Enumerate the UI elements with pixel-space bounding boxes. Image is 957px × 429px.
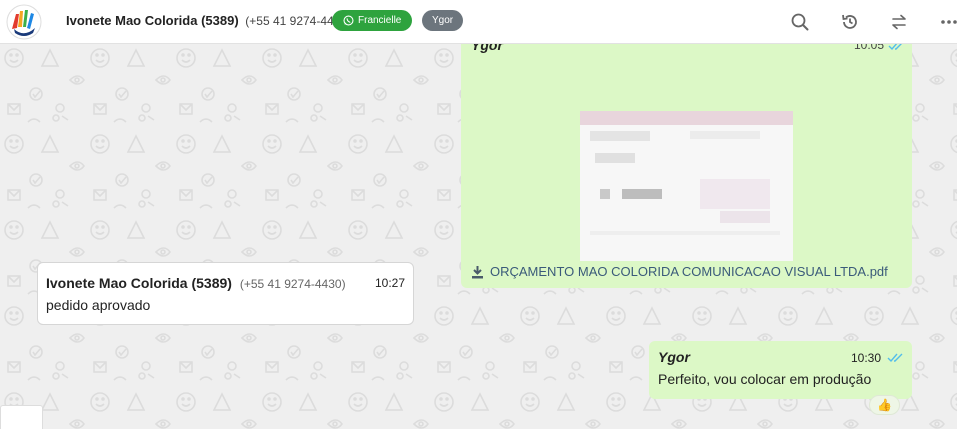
message-sender: Ygor — [658, 349, 690, 365]
more-icon[interactable] — [938, 11, 957, 33]
message-outgoing[interactable]: Ygor 10:30 Perfeito, vou colocar em prod… — [649, 341, 912, 399]
contact-avatar[interactable] — [6, 4, 42, 40]
double-check-icon — [887, 350, 905, 368]
transfer-icon[interactable] — [888, 11, 910, 33]
chat-area[interactable]: Ygor 10:05 ORÇAMENTO MAO COLORIDA COMUNI… — [0, 44, 957, 429]
side-panel-edge — [0, 405, 43, 429]
message-sender: Ygor — [471, 44, 503, 53]
tag-ygor[interactable]: Ygor — [422, 10, 464, 31]
history-icon[interactable] — [839, 11, 861, 33]
contact-title[interactable]: Ivonete Mao Colorida (5389) (+55 41 9274… — [66, 13, 351, 28]
pdf-download-link[interactable]: ORÇAMENTO MAO COLORIDA COMUNICACAO VISUA… — [471, 264, 888, 279]
message-sender: Ivonete Mao Colorida (5389) (+55 41 9274… — [46, 275, 346, 291]
message-time: 10:27 — [374, 276, 405, 290]
message-text: Perfeito, vou colocar em produção — [658, 371, 872, 387]
sender-name: Ivonete Mao Colorida (5389) — [46, 275, 232, 291]
tag-label: Ygor — [432, 15, 454, 26]
double-check-icon — [888, 44, 906, 56]
message-time: 10:05 — [853, 44, 884, 52]
chat-header: Ivonete Mao Colorida (5389) (+55 41 9274… — [0, 0, 957, 44]
pdf-preview-thumbnail[interactable] — [580, 111, 793, 261]
message-outgoing-file[interactable]: Ygor 10:05 ORÇAMENTO MAO COLORIDA COMUNI… — [461, 44, 912, 288]
tag-francielle[interactable]: Francielle — [332, 10, 413, 31]
sender-phone: (+55 41 9274-4430) — [239, 277, 346, 291]
message-time: 10:30 — [850, 351, 881, 365]
whatsapp-icon — [343, 15, 354, 26]
download-icon — [472, 265, 483, 278]
tag-label: Francielle — [358, 15, 402, 26]
pdf-filename: ORÇAMENTO MAO COLORIDA COMUNICACAO VISUA… — [490, 264, 888, 279]
contact-name: Ivonete Mao Colorida (5389) — [66, 13, 239, 28]
reaction-emoji: 👍 — [877, 398, 892, 412]
message-incoming[interactable]: Ivonete Mao Colorida (5389) (+55 41 9274… — [37, 262, 414, 325]
colorful-hand-logo-icon — [6, 4, 42, 40]
message-text: pedido aprovado — [46, 297, 151, 313]
thumbs-up-reaction[interactable]: 👍 — [869, 395, 900, 415]
search-icon[interactable] — [789, 11, 811, 33]
